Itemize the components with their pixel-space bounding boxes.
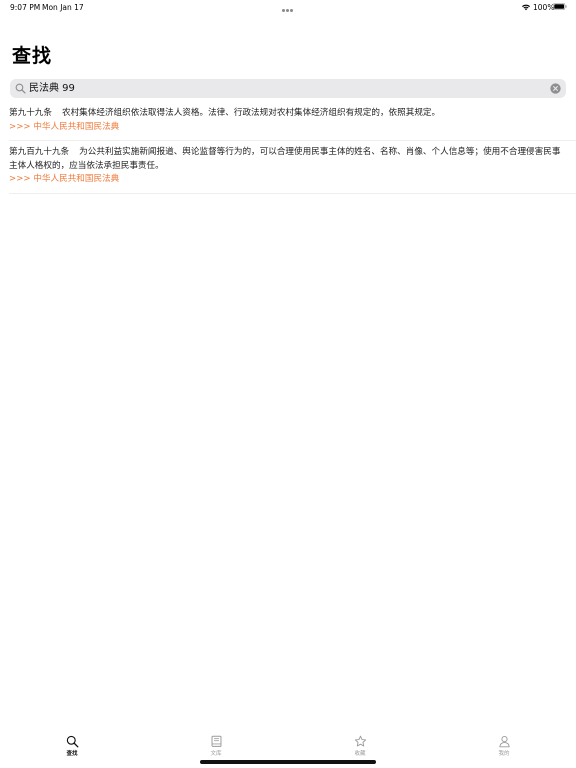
search-bar[interactable]: [10, 79, 566, 98]
article-content: 为公共利益实施新闻报道、舆论监督等行为的，可以合理使用民事主体的姓名、名称、肖像…: [9, 147, 561, 171]
tab-favorites[interactable]: 收藏: [330, 735, 390, 761]
tab-library[interactable]: 文库: [186, 735, 246, 761]
battery-icon: [553, 3, 567, 10]
app-screen: 9:07 PM Mon Jan 17 100% 查找 第: [0, 0, 576, 768]
tab-label: 我的: [498, 751, 510, 757]
article-number: 第九十九条: [9, 108, 52, 118]
page-title: 查找: [12, 45, 53, 67]
wifi-icon: [522, 4, 530, 11]
book-icon: [211, 735, 221, 747]
article-content: 农村集体经济组织依法取得法人资格。法律、行政法规对农村集体经济组织有规定的，依照…: [61, 108, 441, 118]
status-date: Mon Jan 17: [42, 3, 84, 12]
result-item-1[interactable]: 第九十九条 农村集体经济组织依法取得法人资格。法律、行政法规对农村集体经济组织有规…: [9, 102, 576, 141]
status-time: 9:07 PM: [10, 3, 41, 12]
tab-label: 收藏: [354, 751, 366, 757]
multitasking-dots-icon[interactable]: [282, 5, 295, 12]
clear-search-icon[interactable]: [550, 83, 561, 94]
search-icon: [15, 83, 26, 94]
tab-label: 查找: [66, 751, 78, 757]
search-icon: [66, 735, 78, 748]
person-icon: [498, 736, 510, 748]
result-source-link[interactable]: >>> 中华人民共和国民法典: [9, 173, 576, 187]
tab-label: 文库: [210, 751, 222, 757]
search-input[interactable]: [29, 79, 549, 98]
article-number: 第九百九十九条: [9, 147, 70, 157]
tab-profile[interactable]: 我的: [474, 735, 534, 761]
result-text: 第九百九十九条 为公共利益实施新闻报道、舆论监督等行为的，可以合理使用民事主体的姓…: [9, 146, 576, 173]
result-item-2[interactable]: 第九百九十九条 为公共利益实施新闻报道、舆论监督等行为的，可以合理使用民事主体的姓…: [9, 141, 576, 194]
battery-percentage: 100%: [533, 3, 555, 12]
result-source-link[interactable]: >>> 中华人民共和国民法典: [9, 121, 576, 135]
home-indicator[interactable]: [200, 760, 376, 764]
tab-search[interactable]: 查找: [42, 735, 102, 761]
status-bar: 9:07 PM Mon Jan 17 100%: [0, 0, 576, 14]
result-text: 第九十九条 农村集体经济组织依法取得法人资格。法律、行政法规对农村集体经济组织有规…: [9, 107, 576, 121]
search-results-list: 第九十九条 农村集体经济组织依法取得法人资格。法律、行政法规对农村集体经济组织有规…: [0, 102, 576, 194]
star-icon: [354, 735, 366, 747]
